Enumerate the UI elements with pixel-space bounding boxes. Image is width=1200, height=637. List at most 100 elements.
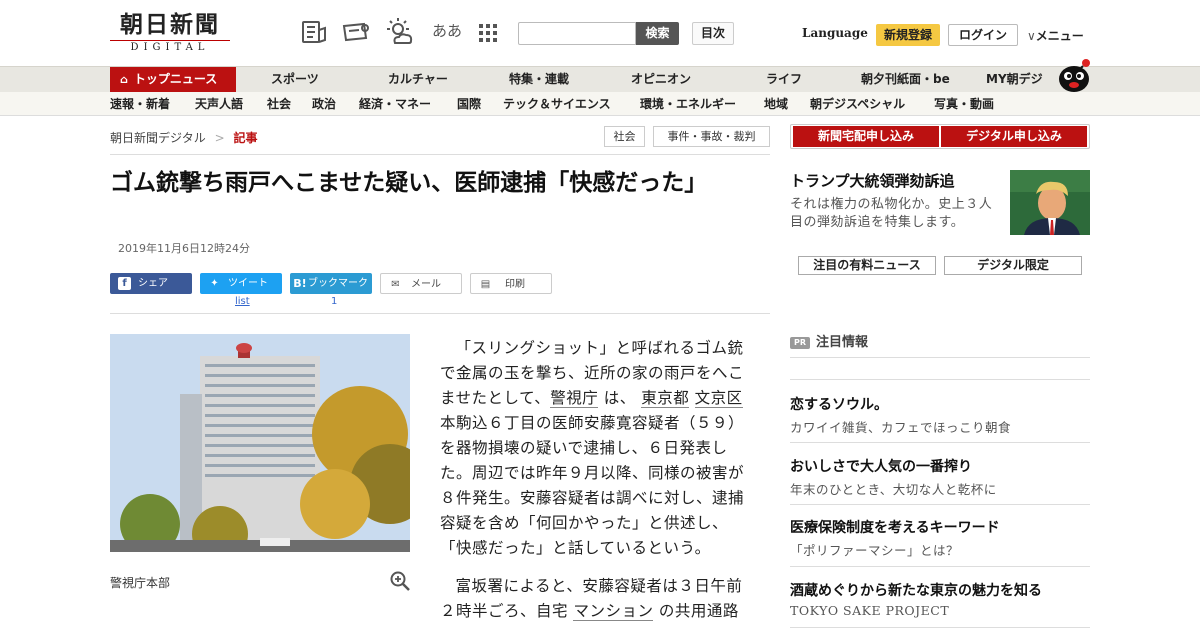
divider bbox=[790, 442, 1090, 443]
link-tokyo[interactable]: 東京都 bbox=[641, 389, 690, 408]
nav-life[interactable]: ライフ bbox=[766, 67, 802, 92]
login-button[interactable]: ログイン bbox=[948, 24, 1018, 46]
nav-features[interactable]: 特集・連載 bbox=[509, 67, 569, 92]
site-logo[interactable]: 朝日新聞 DIGITAL bbox=[110, 12, 230, 53]
subnav-international[interactable]: 国際 bbox=[457, 92, 481, 116]
subnav-special[interactable]: 朝デジスペシャル bbox=[810, 92, 905, 116]
hatena-bookmark-button[interactable]: B! ブックマーク bbox=[290, 273, 372, 294]
register-button[interactable]: 新規登録 bbox=[876, 24, 940, 46]
link-bunkyo[interactable]: 文京区 bbox=[694, 389, 743, 408]
twitter-count-link[interactable]: list bbox=[235, 296, 250, 307]
hatena-icon: B! bbox=[293, 277, 307, 290]
menu-label: メニュー bbox=[1035, 29, 1084, 43]
subnav-photo[interactable]: 写真・動画 bbox=[934, 92, 994, 116]
pr-item-title[interactable]: 医療保険制度を考えるキーワード bbox=[790, 517, 1000, 537]
font-size-toggle[interactable]: ああ bbox=[432, 20, 462, 41]
print-icon: ▤ bbox=[480, 279, 491, 290]
facebook-icon: f bbox=[118, 277, 131, 290]
mascot-icon bbox=[1059, 59, 1090, 92]
print-button[interactable]: ▤ 印刷 bbox=[470, 273, 552, 294]
pr-heading: PR 注目情報 bbox=[790, 331, 868, 350]
pr-item-title[interactable]: 恋するソウル。 bbox=[790, 394, 888, 414]
pr-item-title[interactable]: おいしさで大人気の一番搾り bbox=[790, 456, 972, 476]
nav-paper[interactable]: 朝夕刊紙面・be bbox=[861, 67, 950, 92]
divider bbox=[790, 379, 1090, 380]
breadcrumb-home[interactable]: 朝日新聞デジタル bbox=[110, 131, 206, 145]
pr-item-desc: 「ポリファーマシー」とは？ bbox=[790, 543, 960, 558]
print-label: 印刷 bbox=[505, 279, 525, 290]
article-photo[interactable] bbox=[110, 334, 410, 552]
twitter-share-label: ツイート bbox=[228, 278, 268, 289]
subscribe-paper-button[interactable]: 新聞宅配申し込み bbox=[793, 126, 939, 147]
language-link[interactable]: Language bbox=[802, 26, 868, 40]
hatena-label: ブックマーク bbox=[308, 278, 368, 289]
subscribe-digital-button[interactable]: デジタル申し込み bbox=[941, 126, 1087, 147]
facebook-share-label: シェア bbox=[138, 278, 168, 289]
site-header: 朝日新聞 DIGITAL ああ 検索 目次 Language 新規登録 ログイン… bbox=[0, 0, 1200, 66]
feature-image[interactable] bbox=[1010, 170, 1090, 235]
nav-label: トップニュース bbox=[133, 72, 218, 86]
text-span: の共用通路 bbox=[658, 602, 739, 620]
mail-label: メール bbox=[411, 279, 441, 290]
article-paragraph: 富坂署によると、安藤容疑者は３日午前２時半ごろ、自宅 マンション の共用通路 bbox=[440, 574, 746, 624]
tag-incidents[interactable]: 事件・事故・裁判 bbox=[653, 126, 770, 147]
toc-button[interactable]: 目次 bbox=[692, 22, 734, 45]
subnav-society[interactable]: 社会 bbox=[267, 92, 291, 116]
chevron-down-icon: ∨ bbox=[1027, 29, 1036, 43]
nav-opinion[interactable]: オピニオン bbox=[631, 67, 691, 92]
logo-text: 朝日新聞 bbox=[120, 11, 220, 38]
weather-icon[interactable] bbox=[385, 17, 415, 47]
subnav-tech[interactable]: テック＆サイエンス bbox=[503, 92, 611, 116]
subnav-breaking[interactable]: 速報・新着 bbox=[110, 92, 170, 116]
pr-heading-label: 注目情報 bbox=[816, 335, 869, 350]
mail-share-button[interactable]: ✉ メール bbox=[380, 273, 462, 294]
text-span: は、 bbox=[603, 389, 636, 407]
newspaper-icon[interactable] bbox=[301, 20, 327, 44]
menu-button[interactable]: ∨メニュー bbox=[1027, 27, 1084, 44]
search-button[interactable]: 検索 bbox=[636, 22, 679, 45]
subnav-region[interactable]: 地域 bbox=[764, 92, 788, 116]
feature-title[interactable]: トランプ大統領弾劾訴追 bbox=[790, 170, 955, 191]
nav-top-news[interactable]: ⌂ トップニュース bbox=[110, 67, 236, 92]
mail-icon: ✉ bbox=[391, 279, 400, 290]
sub-nav: 速報・新着 天声人語 社会 政治 経済・マネー 国際 テック＆サイエンス 環境・… bbox=[0, 92, 1200, 116]
nav-my-asadigi[interactable]: MY朝デジ bbox=[986, 67, 1043, 92]
breadcrumb-separator: > bbox=[214, 131, 225, 145]
ticket-icon[interactable] bbox=[342, 20, 370, 44]
facebook-share-button[interactable]: f シェア bbox=[110, 273, 192, 294]
pr-badge: PR bbox=[790, 337, 810, 349]
tag-society[interactable]: 社会 bbox=[604, 126, 645, 147]
subnav-environment[interactable]: 環境・エネルギー bbox=[640, 92, 736, 116]
link-mansion[interactable]: マンション bbox=[573, 602, 654, 621]
article-date: 2019年11月6日12時24分 bbox=[118, 242, 250, 255]
subnav-politics[interactable]: 政治 bbox=[312, 92, 336, 116]
subnav-economy[interactable]: 経済・マネー bbox=[359, 92, 431, 116]
apps-grid-icon[interactable] bbox=[479, 24, 497, 42]
home-icon: ⌂ bbox=[120, 73, 128, 86]
divider bbox=[110, 154, 770, 155]
divider bbox=[110, 313, 770, 314]
paid-news-button[interactable]: 注目の有料ニュース bbox=[798, 256, 936, 275]
divider bbox=[790, 566, 1090, 567]
nav-culture[interactable]: カルチャー bbox=[388, 67, 448, 92]
nav-sports[interactable]: スポーツ bbox=[271, 67, 319, 92]
logo-subtext: DIGITAL bbox=[110, 40, 230, 53]
article-title: ゴム銃撃ち雨戸へこませた疑い、医師逮捕「快感だった」 bbox=[110, 170, 708, 196]
pr-item-desc: カワイイ雑貨、カフェでほっこり朝食 bbox=[790, 420, 1012, 435]
digital-only-button[interactable]: デジタル限定 bbox=[944, 256, 1082, 275]
pr-item-desc: TOKYO SAKE PROJECT bbox=[790, 603, 950, 618]
main-nav: ⌂ トップニュース スポーツ カルチャー 特集・連載 オピニオン ライフ 朝夕刊紙… bbox=[0, 59, 1200, 92]
link-mpd[interactable]: 警視庁 bbox=[550, 389, 599, 408]
feature-text: それは権力の私物化か。史上３人目の弾劾訴追を特集します。 bbox=[790, 197, 993, 230]
zoom-in-icon[interactable] bbox=[390, 571, 410, 591]
divider bbox=[790, 357, 1090, 358]
article-paragraph: 「スリングショット」と呼ばれるゴム銃で金属の玉を撃ち、近所の家の雨戸をへこませた… bbox=[440, 336, 746, 561]
divider bbox=[790, 504, 1090, 505]
search-input[interactable] bbox=[518, 22, 636, 45]
divider bbox=[790, 627, 1090, 628]
pr-item-title[interactable]: 酒蔵めぐりから新たな東京の魅力を知る bbox=[790, 580, 1042, 600]
text-span: 本駒込６丁目の医師安藤寛容疑者（５９）を器物損壊の疑いで逮捕し、６日発表した。周… bbox=[440, 414, 745, 557]
article-body: 「スリングショット」と呼ばれるゴム銃で金属の玉を撃ち、近所の家の雨戸をへこませた… bbox=[440, 336, 746, 637]
subnav-tenseijingo[interactable]: 天声人語 bbox=[195, 92, 243, 116]
twitter-share-button[interactable]: ✦ ツイート bbox=[200, 273, 282, 294]
